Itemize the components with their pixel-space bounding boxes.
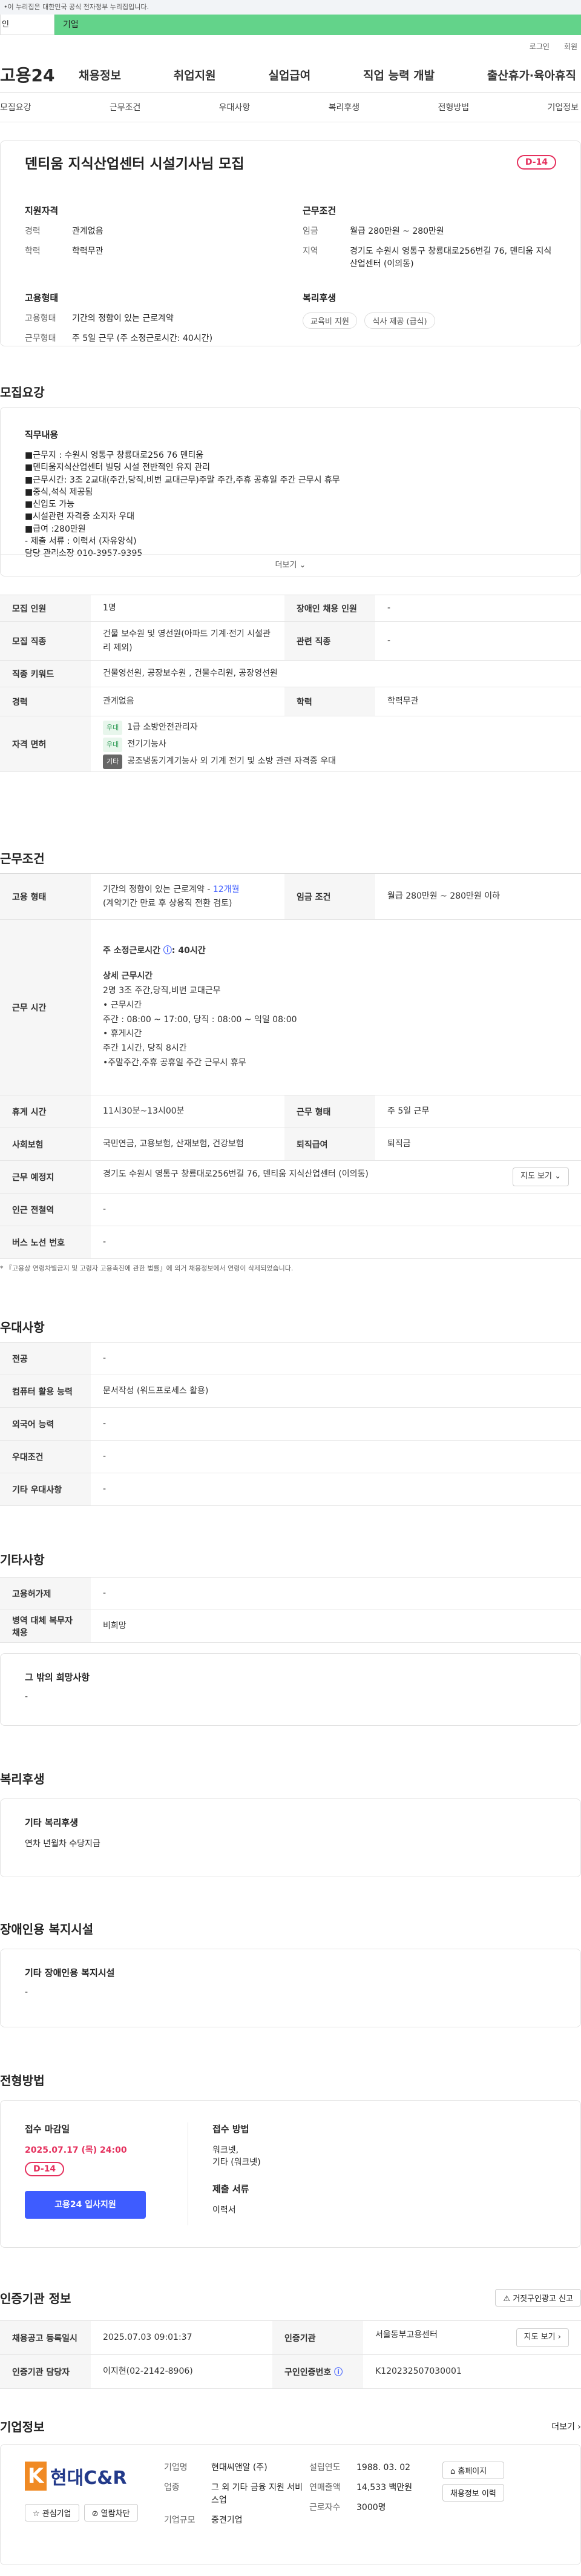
deadline-date: 2025.07.17 (목) 24:00 bbox=[25, 2145, 127, 2155]
section-title-others: 기타사항 bbox=[0, 1553, 45, 1567]
conditions-table: 고용 형태 기간의 정함이 있는 근로계약 - 12개월 (계약기간 만료 후 상… bbox=[0, 873, 581, 1259]
job-summary-card: 덴티움 지식산업센터 시설기사님 모집 D-14 지원자격 경력 관계없음 학력 학… bbox=[0, 140, 581, 346]
qual-career: 경력 관계없음 bbox=[25, 226, 103, 236]
preferred-table: 전공 - 컴퓨터 활용 능력 문서작성 (워드프로세스 활용) 외국어 능력 - 우대… bbox=[0, 1342, 581, 1506]
home-icon: ⌂ bbox=[450, 2467, 458, 2476]
welfare-heading: 복리후생 bbox=[303, 292, 336, 303]
subnav-welfare[interactable]: 복리후생 bbox=[329, 101, 360, 113]
map-button[interactable]: 지도 보기 ⌄ bbox=[513, 1167, 569, 1186]
emp-form: 근무형태 주 5일 근무 (주 소정근로시간: 40시간) bbox=[25, 334, 213, 343]
section-title-agency: 인증기관 정보 bbox=[0, 2291, 71, 2306]
gnb-training[interactable]: 직업 능력 개발 bbox=[363, 67, 435, 83]
agency-header: 인증기관 정보 ⚠ 거짓구인광고 신고 bbox=[0, 2289, 581, 2307]
duty-heading: 직무내용 bbox=[25, 429, 59, 440]
star-icon: ☆ bbox=[33, 2509, 42, 2518]
subnav-screening[interactable]: 전형방법 bbox=[438, 101, 470, 113]
company-card: K 현대C&R ☆ 관심기업 ⊘ 열람차단 기업명 현대씨앤알 (주) 업종 그 외… bbox=[0, 2444, 581, 2565]
company-size: 기업규모 중견기업 bbox=[164, 2515, 243, 2525]
agency-table: 채용공고 등록일시 2025.07.03 09:01:37 인증기관 서울동부고용… bbox=[0, 2320, 581, 2389]
company-employees: 근로자수 3000명 bbox=[309, 2503, 386, 2512]
gnb-employment-support[interactable]: 취업지원 bbox=[174, 67, 216, 83]
section-title-recruit: 모집요강 bbox=[0, 385, 45, 400]
other-wishes-card: 그 밖의 희망사항 - bbox=[0, 1653, 581, 1726]
tab-personal[interactable]: 인 bbox=[0, 15, 54, 35]
section-title-disabled: 장애인용 복지시설 bbox=[0, 1922, 94, 1937]
emp-heading: 고용형태 bbox=[25, 292, 59, 303]
apply-button[interactable]: 고용24 입사지원 bbox=[25, 2191, 146, 2219]
agency-map-button[interactable]: 지도 보기 › bbox=[516, 2328, 569, 2347]
others-table: 고용허가제 - 병역 대체 복무자 채용 비희망 bbox=[0, 1577, 581, 1643]
homepage-button[interactable]: ⌂ 홈페이지 bbox=[442, 2462, 504, 2479]
company-revenue: 연매출액 14,533 백만원 bbox=[309, 2483, 413, 2492]
company-more-link[interactable]: 더보기 › bbox=[551, 2420, 581, 2432]
duty-card: 직무내용 ■근무지 : 수원시 영통구 창룡대로256 76 덴티움 ■덴티움지… bbox=[0, 407, 581, 576]
cond-region: 지역 경기도 수원시 영통구 창룡대로256번길 76, 덴티움 지식산업센터 (… bbox=[303, 246, 552, 269]
subnav-recruit[interactable]: 모집요강 bbox=[0, 101, 31, 113]
company-logo: K 현대C&R bbox=[25, 2462, 164, 2491]
section-nav: 모집요강 근무조건 우대사항 복리후생 전형방법 기업정보 bbox=[0, 92, 581, 122]
subnav-company[interactable]: 기업정보 bbox=[547, 101, 579, 113]
gov-notice: •이 누리집은 대한민국 공식 전자정부 누리집입니다. bbox=[0, 0, 581, 15]
gnb-leave[interactable]: 출산휴가·육아휴직 bbox=[487, 67, 576, 83]
recruit-history-button[interactable]: 채용정보 이력 bbox=[442, 2484, 504, 2502]
welfare-card: 기타 복리후생 연차 년월차 수당지급 bbox=[0, 1798, 581, 1877]
report-icon: ⚠ bbox=[503, 2294, 513, 2304]
cond-wage: 임금 월급 280만원 ~ 280만원 bbox=[303, 226, 444, 236]
company-founded: 설립연도 1988. 03. 02 bbox=[309, 2463, 411, 2472]
logo[interactable]: 고용24 bbox=[0, 62, 79, 87]
section-title-welfare: 복리후생 bbox=[0, 1772, 45, 1786]
signup-link[interactable]: 회원 bbox=[564, 41, 577, 51]
info-icon[interactable]: ⓘ bbox=[334, 2368, 343, 2377]
company-header: 기업정보 더보기 › bbox=[0, 2417, 581, 2435]
tab-company[interactable]: 기업 bbox=[54, 15, 581, 35]
qual-education: 학력 학력무관 bbox=[25, 246, 103, 256]
license-item: 우대 전기기능사 bbox=[103, 736, 569, 753]
emp-type: 고용형태 기간의 정함이 있는 근로계약 bbox=[25, 314, 174, 323]
subnav-preferred[interactable]: 우대사항 bbox=[219, 101, 251, 113]
license-item: 우대 1급 소방안전관리자 bbox=[103, 719, 569, 736]
site-tabs: 인 기업 bbox=[0, 15, 581, 35]
recruit-table: 모집 인원 1명 장애인 채용 인원 - 모집 직종 건물 보수원 및 영선원(아파트… bbox=[0, 595, 581, 772]
util-links: 로그인 회원 bbox=[0, 35, 581, 57]
disabled-card: 기타 장애인용 복지시설 - bbox=[0, 1949, 581, 2027]
global-nav: 고용24 채용정보 취업지원 실업급여 직업 능력 개발 출산휴가·육아휴직 bbox=[0, 57, 581, 92]
screening-card: 접수 마감일 2025.07.17 (목) 24:00 D-14 고용24 입사… bbox=[0, 2100, 581, 2248]
section-title-preferred: 우대사항 bbox=[0, 1320, 45, 1335]
report-button[interactable]: ⚠ 거짓구인광고 신고 bbox=[495, 2289, 581, 2307]
gnb-unemployment[interactable]: 실업급여 bbox=[268, 67, 310, 83]
company-industry: 업종 그 외 기타 금융 지원 서비스업 bbox=[164, 2483, 303, 2505]
more-button[interactable]: 더보기 ⌄ bbox=[1, 554, 580, 576]
dday-badge: D-14 bbox=[516, 155, 556, 170]
license-item: 기타 공조냉동기계기능사 외 기계 전기 및 소방 관련 자격증 우대 bbox=[103, 753, 569, 770]
welfare-chip: 식사 제공 (급식) bbox=[364, 312, 435, 329]
qual-heading: 지원자격 bbox=[25, 205, 59, 216]
dday-badge: D-14 bbox=[25, 2162, 65, 2176]
block-icon: ⊘ bbox=[91, 2509, 101, 2518]
info-icon[interactable]: ⓘ bbox=[163, 946, 172, 956]
duty-content: ■근무지 : 수원시 영통구 창룡대로256 76 덴티움 ■덴티움지식산업센터… bbox=[25, 451, 340, 559]
age-notice: * 『고용상 연령차별금지 및 고령자 고용촉진에 관한 법률』에 의거 채용정… bbox=[0, 1264, 294, 1272]
welfare-chip: 교육비 지원 bbox=[303, 312, 357, 329]
job-title: 덴티움 지식산업센터 시설기사님 모집 bbox=[25, 156, 245, 172]
company-name: 기업명 현대씨앤알 (주) bbox=[164, 2463, 268, 2472]
section-title-conditions: 근무조건 bbox=[0, 851, 45, 866]
subnav-conditions[interactable]: 근무조건 bbox=[110, 101, 141, 113]
gnb-jobs[interactable]: 채용정보 bbox=[79, 67, 121, 83]
cond-heading: 근무조건 bbox=[303, 205, 336, 216]
gnb-menu: 채용정보 취업지원 실업급여 직업 능력 개발 출산휴가·육아휴직 bbox=[79, 67, 581, 83]
login-link[interactable]: 로그인 bbox=[530, 41, 550, 51]
section-title-screening: 전형방법 bbox=[0, 2073, 45, 2088]
interest-company-button[interactable]: ☆ 관심기업 bbox=[25, 2504, 79, 2522]
section-title-company: 기업정보 bbox=[0, 2420, 45, 2434]
block-company-button[interactable]: ⊘ 열람차단 bbox=[84, 2504, 138, 2522]
